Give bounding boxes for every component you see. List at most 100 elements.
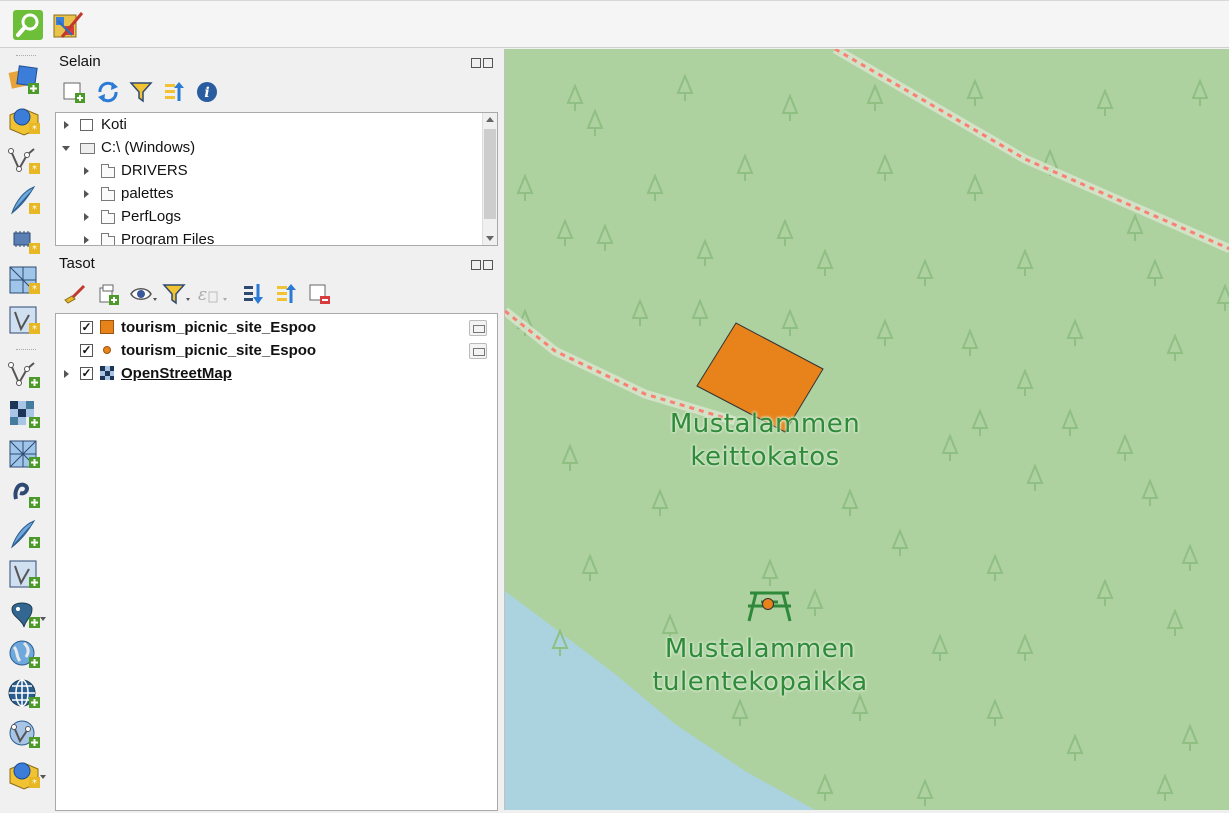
tree-item-program-files[interactable]: Program Files xyxy=(56,229,486,246)
browser-tree[interactable]: Koti C:\ (Windows) DRIVERS palettes Perf… xyxy=(55,112,498,246)
tree-item-label: Program Files xyxy=(121,231,215,246)
collapse-all-layers-button[interactable] xyxy=(274,282,298,306)
expand-icon[interactable] xyxy=(84,213,89,221)
toolbar-grip[interactable] xyxy=(16,55,36,58)
embedded-layer-indicator-icon[interactable] xyxy=(469,320,487,336)
add-selected-layers-button[interactable] xyxy=(62,80,86,104)
toolbar-grip[interactable] xyxy=(16,349,36,352)
add-group-button[interactable] xyxy=(96,282,120,306)
layer-visibility-checkbox[interactable]: ✓ xyxy=(80,367,93,380)
expand-icon[interactable] xyxy=(84,167,89,175)
new-gps-layer-button[interactable]: * xyxy=(6,303,42,337)
scroll-down-icon[interactable] xyxy=(486,236,494,241)
remove-layer-icon xyxy=(309,284,330,304)
add-group-icon xyxy=(99,284,119,305)
add-virtual-layer-button[interactable] xyxy=(6,557,42,591)
new-geopackage-layer-button[interactable]: * xyxy=(6,103,42,137)
info-button[interactable]: i xyxy=(195,80,219,104)
new-temporary-scratch-layer-button[interactable]: * xyxy=(6,183,42,217)
tree-item-label: C:\ (Windows) xyxy=(101,139,196,156)
close-panel-icon[interactable] xyxy=(483,260,493,270)
float-panel-icon[interactable] xyxy=(471,58,481,68)
layer-row[interactable]: ✓ OpenStreetMap xyxy=(56,363,496,385)
add-wfs-layer-button[interactable] xyxy=(6,717,42,751)
expand-icon[interactable] xyxy=(84,190,89,198)
expand-icon[interactable] xyxy=(84,236,89,244)
eye-icon xyxy=(130,288,157,301)
add-wms-layer-button[interactable] xyxy=(6,637,42,671)
close-panel-icon[interactable] xyxy=(483,58,493,68)
layer-visibility-checkbox[interactable]: ✓ xyxy=(80,344,93,357)
chevron-down-icon[interactable] xyxy=(40,617,46,621)
picnic-site-point[interactable] xyxy=(762,598,774,610)
layer-visibility-checkbox[interactable]: ✓ xyxy=(80,321,93,334)
identify-features-button[interactable] xyxy=(12,9,44,41)
tree-item-c-drive[interactable]: C:\ (Windows) xyxy=(56,137,486,159)
svg-text:i: i xyxy=(204,85,209,101)
tree-item-koti[interactable]: Koti xyxy=(56,114,486,136)
add-arcgis-layer-button[interactable]: * xyxy=(6,757,42,791)
tree-item-palettes[interactable]: palettes xyxy=(56,183,486,205)
new-virtual-layer-icon: * xyxy=(13,231,40,255)
filter-button[interactable] xyxy=(129,80,153,104)
add-vector-layer-icon xyxy=(8,362,40,388)
style-manager-button[interactable] xyxy=(52,9,84,41)
browser-scrollbar[interactable] xyxy=(482,113,497,245)
filter-legend-icon xyxy=(162,284,190,305)
svg-text:*: * xyxy=(32,164,37,175)
map-canvas[interactable]: Mustalammen keittokatos Mustalammen tule… xyxy=(504,49,1229,810)
style-button[interactable] xyxy=(62,282,86,306)
add-spatialite-layer-button[interactable] xyxy=(6,517,42,551)
map-label-line: tulentekopaikka xyxy=(652,667,868,697)
new-mesh-layer-icon: * xyxy=(9,266,40,295)
layer-label: tourism_picnic_site_Espoo xyxy=(121,342,317,359)
new-gps-layer-icon: * xyxy=(9,306,40,335)
browser-panel-title: Selain xyxy=(59,53,101,70)
tree-item-label: palettes xyxy=(121,185,174,202)
magnifier-icon xyxy=(13,10,43,40)
expand-all-button[interactable] xyxy=(241,282,265,306)
collapse-all-button[interactable] xyxy=(162,80,186,104)
add-mesh-layer-button[interactable] xyxy=(6,437,42,471)
tree-item-drivers[interactable]: DRIVERS xyxy=(56,160,486,182)
top-toolbar xyxy=(0,0,1229,48)
add-virtual-layer-icon xyxy=(9,560,40,588)
manage-visibility-button[interactable] xyxy=(129,282,159,306)
raster-layer-icon xyxy=(100,366,114,380)
svg-text:*: * xyxy=(32,284,37,295)
point-symbol-icon xyxy=(103,346,111,354)
add-delimited-text-layer-button[interactable] xyxy=(6,477,42,511)
layer-row[interactable]: ✓ tourism_picnic_site_Espoo xyxy=(56,317,496,339)
svg-text:*: * xyxy=(32,244,37,255)
new-mesh-layer-button[interactable]: * xyxy=(6,263,42,297)
data-source-toolbar: * * * * * * * xyxy=(0,49,52,813)
float-panel-icon[interactable] xyxy=(471,260,481,270)
add-vector-layer-button[interactable] xyxy=(6,357,42,391)
tree-item-label: PerfLogs xyxy=(121,208,182,225)
tree-item-perflogs[interactable]: PerfLogs xyxy=(56,206,486,228)
scrollbar-thumb[interactable] xyxy=(484,129,496,219)
layers-tree[interactable]: ✓ tourism_picnic_site_Espoo ✓ tourism_pi… xyxy=(55,313,498,811)
expand-icon[interactable] xyxy=(64,121,69,129)
open-data-source-manager-button[interactable] xyxy=(6,63,42,97)
folder-icon xyxy=(101,233,115,245)
scroll-up-icon[interactable] xyxy=(486,117,494,122)
add-postgis-layer-button[interactable] xyxy=(6,597,42,631)
embedded-layer-indicator-icon[interactable] xyxy=(469,343,487,359)
map-label-line: Mustalammen xyxy=(664,634,856,664)
layer-row[interactable]: ✓ tourism_picnic_site_Espoo xyxy=(56,340,496,362)
expand-icon[interactable] xyxy=(64,370,69,378)
remove-layer-button[interactable] xyxy=(307,282,331,306)
new-temporary-scratch-layer-icon: * xyxy=(10,185,40,215)
collapse-icon[interactable] xyxy=(62,146,70,151)
refresh-button[interactable] xyxy=(96,80,120,104)
new-virtual-layer-button[interactable]: * xyxy=(6,223,42,257)
filter-legend-button[interactable] xyxy=(162,282,192,306)
add-xyz-layer-button[interactable] xyxy=(6,677,42,711)
new-shapefile-layer-button[interactable]: * xyxy=(6,143,42,177)
chevron-down-icon[interactable] xyxy=(40,775,46,779)
add-spatialite-layer-icon xyxy=(10,519,40,549)
filter-icon xyxy=(129,82,153,103)
add-raster-layer-button[interactable] xyxy=(6,397,42,431)
refresh-icon xyxy=(98,81,118,103)
